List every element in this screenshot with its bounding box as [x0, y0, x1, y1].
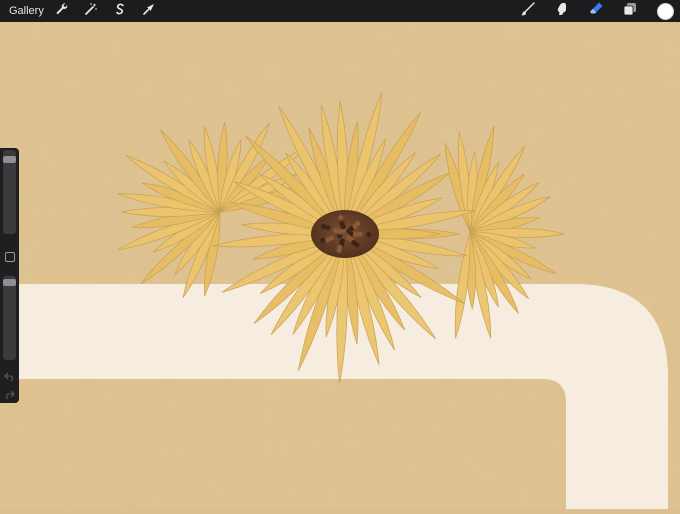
center-texture-dot [339, 238, 345, 244]
artwork [0, 22, 680, 509]
smudge-button[interactable] [553, 2, 571, 20]
color-button[interactable] [657, 2, 674, 20]
center-texture-dot [337, 244, 343, 250]
center-texture-dot [325, 224, 331, 231]
drawing-canvas[interactable] [0, 22, 680, 509]
layers-button[interactable] [621, 2, 639, 20]
gallery-button[interactable]: Gallery [9, 5, 44, 17]
undo-icon [4, 368, 15, 385]
center-texture-dot [366, 231, 372, 238]
magic-wand-icon [84, 2, 98, 21]
eraser-button[interactable] [587, 2, 605, 20]
center-texture-dot [320, 223, 327, 230]
opacity-slider[interactable] [3, 276, 16, 360]
actions-button[interactable] [54, 2, 70, 21]
center-texture-dot [352, 223, 358, 229]
center-texture-dot [346, 228, 352, 234]
top-toolbar: Gallery [0, 0, 680, 22]
center-texture-dot [352, 231, 359, 237]
center-texture-dot [338, 214, 344, 221]
brush-icon [520, 1, 536, 22]
brush-button[interactable] [519, 1, 537, 22]
center-texture-dot [340, 224, 346, 230]
center-texture-dot [345, 234, 352, 240]
center-texture-dot [320, 237, 326, 244]
brush-size-handle[interactable] [3, 155, 16, 163]
tool-group [503, 0, 674, 22]
center-texture-dot [328, 235, 334, 241]
redo-icon [4, 386, 15, 403]
brush-sidebar [0, 148, 19, 403]
adjustments-button[interactable] [83, 2, 99, 21]
selection-icon [113, 2, 127, 21]
transform-button[interactable] [141, 3, 157, 19]
center-texture-dot [351, 239, 357, 246]
center-texture-dot [337, 229, 343, 235]
smudge-icon [554, 1, 570, 22]
selection-button[interactable] [112, 3, 128, 19]
redo-button[interactable] [4, 386, 15, 400]
wrench-icon [55, 2, 69, 21]
transform-arrow-icon [142, 2, 156, 21]
modify-button[interactable] [5, 252, 15, 262]
eraser-icon [588, 1, 604, 22]
center-texture-dot [357, 231, 363, 237]
brush-size-slider[interactable] [3, 150, 16, 234]
layers-icon [622, 1, 638, 22]
undo-button[interactable] [4, 368, 15, 382]
opacity-handle[interactable] [3, 279, 16, 287]
